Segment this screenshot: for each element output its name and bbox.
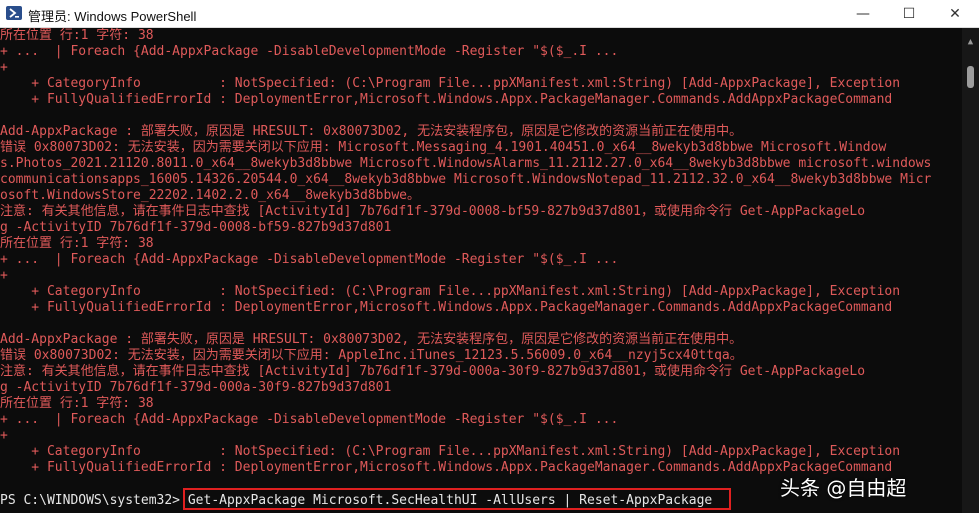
scrollbar-thumb[interactable] bbox=[967, 66, 974, 88]
console-line: 所在位置 行:1 字符: 38 bbox=[0, 236, 154, 251]
console-line: 错误 0x80073D02: 无法安装，因为需要关闭以下应用: AppleInc… bbox=[0, 348, 743, 363]
console-line: + FullyQualifiedErrorId : DeploymentErro… bbox=[0, 300, 893, 315]
console-line: communicationsapps_16005.14326.20544.0_x… bbox=[0, 172, 932, 187]
scroll-up-arrow-icon[interactable]: ▲ bbox=[962, 36, 979, 48]
console-line: g -ActivityID 7b76df1f-379d-0008-bf59-82… bbox=[0, 220, 392, 235]
console-line: + ... | Foreach {Add-AppxPackage -Disabl… bbox=[0, 252, 619, 267]
console-line: + FullyQualifiedErrorId : DeploymentErro… bbox=[0, 460, 893, 475]
console-line: + ... | Foreach {Add-AppxPackage -Disabl… bbox=[0, 44, 619, 59]
console-output[interactable]: 所在位置 行:1 字符: 38 + ... | Foreach {Add-App… bbox=[0, 28, 962, 513]
console-line: Add-AppxPackage : 部署失败，原因是 HRESULT: 0x80… bbox=[0, 124, 743, 139]
console-line: + CategoryInfo : NotSpecified: (C:\Progr… bbox=[0, 76, 901, 91]
console-line: 所在位置 行:1 字符: 38 bbox=[0, 396, 154, 411]
console-line: + CategoryInfo : NotSpecified: (C:\Progr… bbox=[0, 444, 901, 459]
watermark: 头条 @自由超 bbox=[780, 476, 907, 500]
console-line: + CategoryInfo : NotSpecified: (C:\Progr… bbox=[0, 284, 901, 299]
console-line: + bbox=[0, 60, 8, 75]
console-line: + FullyQualifiedErrorId : DeploymentErro… bbox=[0, 92, 893, 107]
vertical-scrollbar[interactable]: ▲ bbox=[962, 28, 979, 513]
title-bar[interactable]: 管理员: Windows PowerShell — ☐ ✕ bbox=[0, 0, 979, 28]
console-line: 错误 0x80073D02: 无法安装，因为需要关闭以下应用: Microsof… bbox=[0, 140, 887, 155]
powershell-icon bbox=[6, 6, 22, 20]
console-line: 注意: 有关其他信息，请在事件日志中查找 [ActivityId] 7b76df… bbox=[0, 204, 866, 219]
console-line: + bbox=[0, 428, 8, 443]
console-line: Add-AppxPackage : 部署失败，原因是 HRESULT: 0x80… bbox=[0, 332, 743, 347]
close-button[interactable]: ✕ bbox=[932, 0, 978, 28]
console-line: + ... | Foreach {Add-AppxPackage -Disabl… bbox=[0, 412, 619, 427]
console-line: 所在位置 行:1 字符: 38 bbox=[0, 28, 154, 43]
console-line: + bbox=[0, 268, 8, 283]
console-line: g -ActivityID 7b76df1f-379d-000a-30f9-82… bbox=[0, 380, 392, 395]
console-line: osoft.WindowsStore_22202.1402.2.0_x64__8… bbox=[0, 188, 420, 203]
minimize-button[interactable]: — bbox=[840, 0, 886, 28]
console-line: s.Photos_2021.21120.8011.0_x64__8wekyb3d… bbox=[0, 156, 932, 171]
window-title: 管理员: Windows PowerShell bbox=[28, 9, 197, 24]
console-line: 注意: 有关其他信息，请在事件日志中查找 [ActivityId] 7b76df… bbox=[0, 364, 866, 379]
maximize-button[interactable]: ☐ bbox=[886, 0, 932, 28]
command-highlight-box bbox=[183, 488, 731, 510]
